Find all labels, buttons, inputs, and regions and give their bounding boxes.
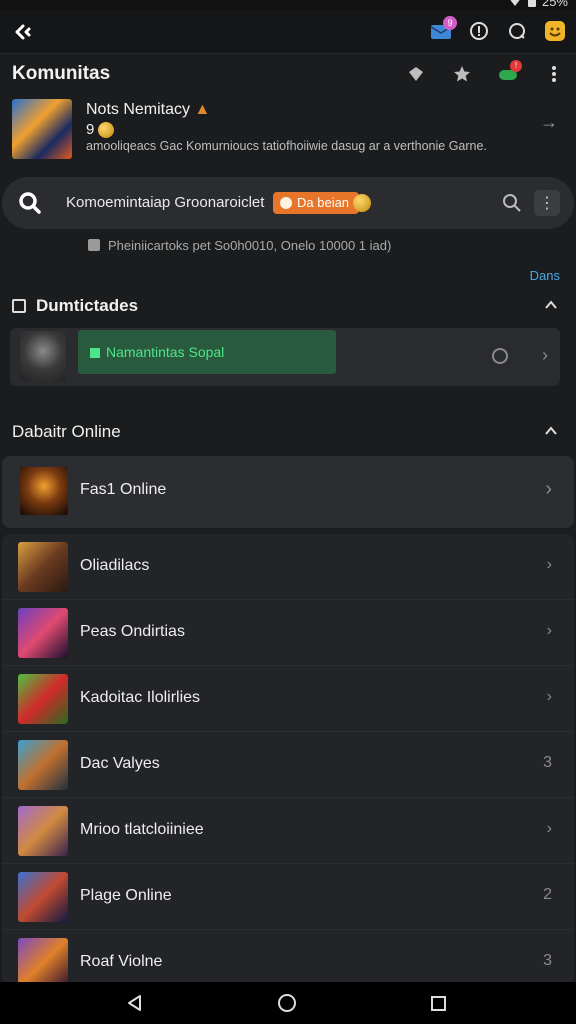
notification-badge: 9 — [443, 16, 457, 30]
star-icon[interactable] — [450, 62, 474, 86]
notice-text: Pheiniicartoks pet So0h0010, Onelo 10000… — [108, 238, 392, 253]
game-thumbnail — [18, 674, 68, 724]
chevron-right-icon[interactable]: › — [547, 820, 552, 838]
list-item-label: Plage Online — [80, 887, 172, 904]
chip-label: Da beian — [297, 195, 350, 210]
page-title: Komunitas — [12, 63, 111, 84]
list-item-label: Mrioo tlatcloiiniee — [80, 821, 204, 838]
magnifier-icon[interactable] — [502, 193, 522, 213]
game-thumbnail — [18, 806, 68, 856]
list-item[interactable]: Mrioo tlatcloiiniee › — [2, 798, 574, 864]
chevron-right-icon[interactable]: › — [547, 556, 552, 574]
top-app-bar: 9 — [0, 10, 576, 54]
online-list: Oliadilacs › Peas Ondirtias › Kadoitac I… — [2, 534, 574, 984]
nav-recents-icon[interactable] — [431, 996, 446, 1011]
news-title-row: Nots Nemitacy ▲ — [86, 101, 210, 119]
news-title: Nots Nemitacy — [86, 101, 191, 118]
info-icon[interactable] — [466, 18, 492, 44]
shield-icon[interactable] — [404, 62, 428, 86]
gamepad-icon[interactable]: ! — [496, 60, 522, 86]
coin-icon — [98, 122, 115, 139]
news-subtitle-row: 9 — [86, 121, 115, 139]
section-community-title: Dumtictades — [36, 296, 139, 315]
nav-back-icon[interactable] — [126, 994, 144, 1012]
search-icon[interactable] — [18, 191, 42, 215]
arrow-right-icon[interactable]: → — [540, 112, 558, 133]
community-card-label: Namantintas Sopal — [106, 344, 225, 360]
featured-label: Fas1 Online — [80, 481, 167, 498]
chevron-right-icon[interactable]: › — [545, 478, 552, 501]
row-count: 3 — [543, 952, 552, 969]
battery-text: 25% — [541, 0, 568, 9]
status-chip[interactable]: Da beian — [273, 192, 372, 214]
list-item-label: Kadoitac Ilolirlies — [80, 689, 201, 706]
list-item[interactable]: Oliadilacs › — [2, 534, 574, 600]
alert-badge: ! — [510, 60, 522, 72]
community-search-bar[interactable]: Komoemintaiap Groonaroiclet Da beian ⋮ — [2, 177, 574, 229]
community-badge: Namantintas Sopal — [78, 330, 336, 374]
chevron-up-icon[interactable] — [544, 298, 558, 312]
section-online-title: Dabaitr Online — [12, 422, 121, 441]
chevron-right-icon[interactable]: › — [547, 622, 552, 640]
list-item[interactable]: Dac Valyes 3 — [2, 732, 574, 798]
coin-icon — [353, 194, 372, 212]
chip-icon — [280, 197, 292, 209]
profile-icon[interactable] — [542, 18, 568, 44]
more-vert-icon[interactable] — [542, 62, 566, 86]
chevron-right-icon[interactable]: › — [542, 345, 548, 366]
menu-icon[interactable]: ⋮ — [534, 190, 560, 216]
list-item[interactable]: Kadoitac Ilolirlies › — [2, 666, 574, 732]
back-icon[interactable] — [12, 20, 36, 44]
top-actions: 9 — [428, 16, 568, 44]
mail-icon[interactable]: 9 — [428, 16, 457, 44]
featured-item[interactable]: Fas1 Online › — [2, 456, 574, 528]
section-community-header: Dumtictades — [12, 296, 138, 316]
game-thumbnail — [18, 608, 68, 658]
chat-icon[interactable] — [504, 18, 530, 44]
list-item[interactable]: Peas Ondirtias › — [2, 600, 574, 666]
game-thumbnail — [18, 740, 68, 790]
notice-text-row: Pheiniicartoks pet So0h0010, Onelo 10000… — [88, 238, 391, 253]
game-thumbnail — [18, 542, 68, 592]
news-card[interactable]: Nots Nemitacy ▲ 9 amooliqeacs Gac Komurn… — [0, 92, 576, 166]
row-count: 3 — [543, 754, 552, 771]
featured-thumbnail — [20, 467, 68, 515]
search-text: Komoemintaiap Groonaroiclet — [66, 194, 265, 211]
list-item[interactable]: Plage Online 2 — [2, 864, 574, 930]
battery-icon — [527, 0, 536, 7]
community-card[interactable]: Namantintas Sopal › — [10, 328, 560, 386]
check-icon — [90, 348, 100, 358]
status-bar: 25% — [0, 0, 576, 10]
chevron-up-icon[interactable] — [544, 424, 558, 438]
list-item[interactable]: Roaf Violne 3 — [2, 930, 574, 984]
nav-home-icon[interactable] — [278, 994, 296, 1012]
news-description: amooliqeacs Gac Komurnioucs tatiofhoiiwi… — [86, 139, 487, 153]
community-thumbnail — [20, 331, 66, 381]
box-icon — [12, 299, 26, 313]
game-thumbnail — [18, 938, 68, 984]
list-item-label: Peas Ondirtias — [80, 623, 185, 640]
see-all-link[interactable]: Dans — [530, 268, 560, 283]
flame-icon: ▲ — [194, 101, 211, 118]
list-item-label: Dac Valyes — [80, 755, 160, 772]
news-thumbnail — [12, 99, 72, 159]
list-item-label: Roaf Violne — [80, 953, 163, 970]
news-subtitle: 9 — [86, 121, 95, 138]
game-thumbnail — [18, 872, 68, 922]
status-indicators: 25% — [507, 0, 568, 9]
chevron-right-icon[interactable]: › — [547, 688, 552, 706]
lock-icon — [88, 239, 100, 251]
header-actions: ! — [404, 60, 566, 86]
list-item-label: Oliadilacs — [80, 557, 150, 574]
system-nav-bar — [0, 982, 576, 1024]
radio-icon[interactable] — [492, 348, 508, 364]
row-count: 2 — [543, 886, 552, 903]
wifi-icon — [507, 0, 522, 6]
